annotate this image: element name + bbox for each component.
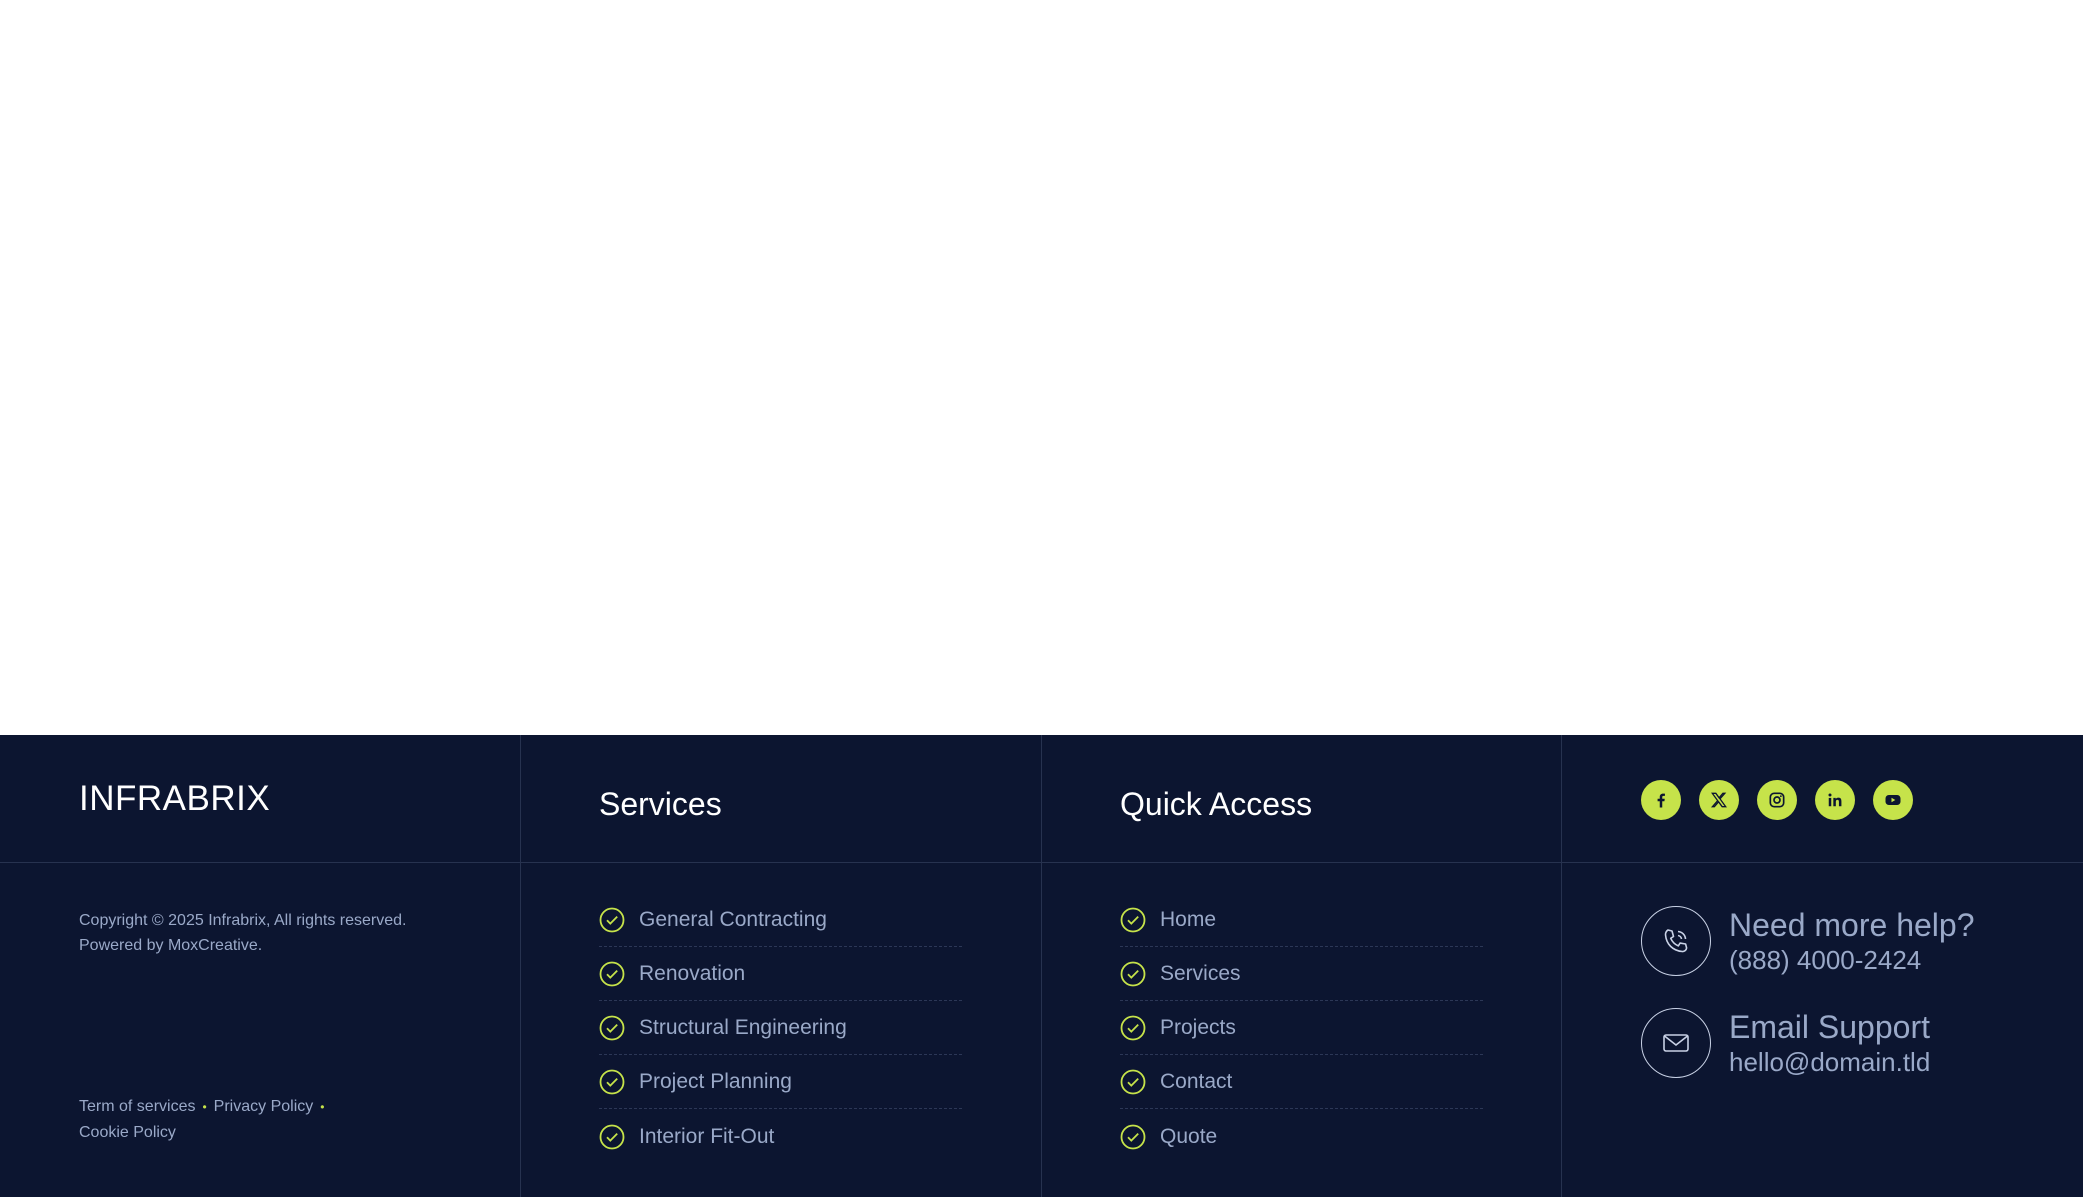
check-circle-icon [1120, 907, 1146, 933]
email-contact[interactable]: Email Support hello@domain.tld [1641, 1008, 2021, 1078]
check-circle-icon [1120, 1124, 1146, 1149]
powered-by-text: Powered by MoxCreative. [79, 937, 263, 954]
list-item[interactable]: Interior Fit-Out [599, 1110, 962, 1163]
site-footer: INFRABRIX Services Quick Access Copyrigh… [0, 735, 2083, 1197]
privacy-link[interactable]: Privacy Policy [214, 1098, 314, 1115]
phone-number[interactable]: (888) 4000-2424 [1729, 944, 1974, 976]
quick-link-services[interactable]: Services [1160, 962, 1241, 986]
check-circle-icon [1120, 961, 1146, 987]
cookie-link[interactable]: Cookie Policy [79, 1124, 176, 1141]
list-item[interactable]: Structural Engineering [599, 1002, 962, 1055]
mail-icon [1641, 1008, 1711, 1078]
service-link[interactable]: Interior Fit-Out [639, 1125, 774, 1149]
copyright-block: Copyright © 2025 Infrabrix, All rights r… [79, 908, 407, 958]
legal-links: Term of services • Privacy Policy • Cookie … [79, 1094, 369, 1145]
separator-dot: • [202, 1100, 207, 1114]
linkedin-icon[interactable] [1815, 780, 1855, 820]
check-circle-icon [1120, 1069, 1146, 1095]
list-item[interactable]: Contact [1120, 1056, 1483, 1109]
check-circle-icon [599, 1069, 625, 1095]
list-item[interactable]: Quote [1120, 1110, 1483, 1163]
service-link[interactable]: Project Planning [639, 1070, 792, 1094]
instagram-icon[interactable] [1757, 780, 1797, 820]
facebook-icon[interactable] [1641, 780, 1681, 820]
services-title: Services [599, 786, 722, 822]
check-circle-icon [599, 1124, 625, 1149]
brand-logo[interactable]: INFRABRIX [79, 781, 270, 816]
service-link[interactable]: Renovation [639, 962, 745, 986]
check-circle-icon [599, 1015, 625, 1041]
social-links [1641, 780, 1913, 820]
email-title: Email Support [1729, 1009, 1930, 1045]
phone-icon [1641, 906, 1711, 976]
list-item[interactable]: Home [1120, 894, 1483, 947]
quick-link-contact[interactable]: Contact [1160, 1070, 1232, 1094]
row-divider [0, 862, 2083, 863]
separator-dot: • [320, 1100, 325, 1114]
service-link[interactable]: Structural Engineering [639, 1016, 847, 1040]
help-title: Need more help? [1729, 907, 1975, 943]
column-divider [1561, 735, 1562, 1197]
quick-access-list: Home Services Projects Contact Quote [1120, 894, 1483, 1164]
list-item[interactable]: Renovation [599, 948, 962, 1001]
page-blank-area [0, 0, 2083, 735]
quick-link-projects[interactable]: Projects [1160, 1016, 1236, 1040]
services-list: General Contracting Renovation Structura… [599, 894, 962, 1164]
logo-text: INFRABRIX [79, 779, 271, 818]
column-divider [520, 735, 521, 1197]
quick-access-title: Quick Access [1120, 786, 1313, 822]
column-divider [1041, 735, 1042, 1197]
quick-link-home[interactable]: Home [1160, 908, 1216, 932]
x-twitter-icon[interactable] [1699, 780, 1739, 820]
check-circle-icon [599, 961, 625, 987]
help-contact[interactable]: Need more help? (888) 4000-2424 [1641, 906, 2021, 976]
service-link[interactable]: General Contracting [639, 908, 827, 932]
copyright-text: Copyright © 2025 Infrabrix, All rights r… [79, 912, 407, 929]
check-circle-icon [599, 907, 625, 933]
youtube-icon[interactable] [1873, 780, 1913, 820]
quick-link-quote[interactable]: Quote [1160, 1125, 1217, 1149]
terms-link[interactable]: Term of services [79, 1098, 195, 1115]
list-item[interactable]: Projects [1120, 1002, 1483, 1055]
check-circle-icon [1120, 1015, 1146, 1041]
list-item[interactable]: Services [1120, 948, 1483, 1001]
email-address[interactable]: hello@domain.tld [1729, 1046, 1930, 1078]
list-item[interactable]: Project Planning [599, 1056, 962, 1109]
list-item[interactable]: General Contracting [599, 894, 962, 947]
